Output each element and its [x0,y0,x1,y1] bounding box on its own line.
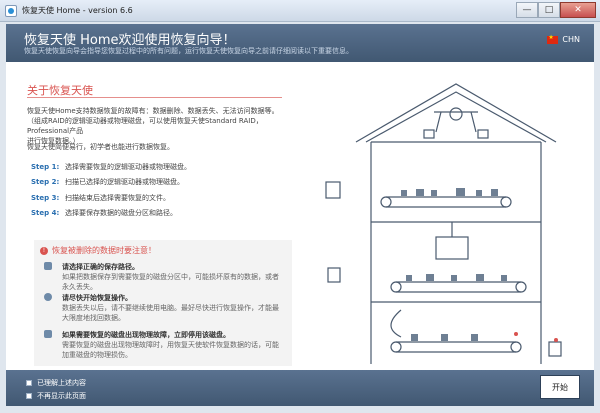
about-ease-text: 恢复天使简便易行，初学者也能进行数据恢复。 [27,143,174,151]
window-title: 恢复天使 Home - version 6.6 [22,6,133,15]
step-text: 选择需要恢复的逻辑驱动器或物理磁盘。 [65,162,191,171]
close-button[interactable]: ✕ [560,2,596,18]
step-item: Step 4: 选择要保存数据的磁盘分区和路径。 [31,206,191,222]
step-label: Step 4: [31,209,60,218]
language-label: CHN [562,35,580,44]
dont-show-again-checkbox[interactable]: 不再显示此页面 [26,391,86,401]
tip-save-path: 请选择正确的保存路径。 如果把数据保存到需要恢复的磁盘分区中，可能损坏原有的数据… [44,262,284,292]
tip-text: 数据丢失以后，请不要继续使用电脑。最好尽快进行恢复操作，才能最大限度地找回数据。 [62,304,279,322]
checkbox-label: 已理解上述内容 [37,379,86,387]
about-description: 恢复天使Home支持数据恢复的故障有：数据删除、数据丢失、无法访问数据等。 （组… [27,106,297,146]
window-controls: — □ ✕ [516,2,596,18]
maximize-button[interactable]: □ [538,2,560,18]
step-label: Step 1: [31,162,60,171]
steps-list: Step 1: 选择需要恢复的逻辑驱动器或物理磁盘。 Step 2: 扫描已选择… [31,159,191,221]
tip-physical-damage: 如果需要恢复的磁盘出现物理故障，立即停用该磁盘。 需要恢复的磁盘出现物理故障时，… [44,330,284,364]
step-item: Step 3: 扫描结束后选择需要恢复的文件。 [31,190,191,206]
clock-icon [44,293,52,301]
wizard-header: 恢复天使 Home欢迎使用恢复向导！ 恢复天使恢复向导会指导您恢复过程中的所有问… [6,24,594,62]
tip-title: 请选择正确的保存路径。 [62,263,139,271]
checkbox-label: 不再显示此页面 [37,392,86,400]
about-line-2: （组成RAID的逻辑驱动器或物理磁盘，可以使用恢复天使Standard RAID… [27,117,263,135]
tip-text: 需要恢复的磁盘出现物理故障时，用恢复天使软件恢复数据的话，可能加重磁盘的物理损伤… [62,341,279,359]
about-line-1: 恢复天使Home支持数据恢复的故障有：数据删除、数据丢失、无法访问数据等。 [27,107,279,115]
wizard-subtitle: 恢复天使恢复向导会指导您恢复过程中的所有问题，运行恢复天使恢复向导之前请仔细阅读… [24,47,353,55]
tip-text: 如果把数据保存到需要恢复的磁盘分区中，可能损坏原有的数据，或者永久丢失。 [62,273,279,291]
step-item: Step 2: 扫描已选择的逻辑驱动器或物理磁盘。 [31,175,191,191]
wizard-footer: 已理解上述内容 不再显示此页面 开始 [6,370,594,406]
understood-checkbox[interactable]: 已理解上述内容 [26,378,86,388]
step-label: Step 3: [31,193,60,202]
divider [27,97,282,98]
minimize-button[interactable]: — [516,2,538,18]
step-item: Step 1: 选择需要恢复的逻辑驱动器或物理磁盘。 [31,159,191,175]
title-bar: 恢复天使 Home - version 6.6 — □ ✕ [0,0,600,22]
start-button[interactable]: 开始 [540,375,580,399]
step-label: Step 2: [31,178,60,187]
hard-drive-icon [44,330,52,338]
step-text: 扫描已选择的逻辑驱动器或物理磁盘。 [65,178,184,187]
checkbox-box[interactable] [26,380,32,386]
disk-icon [44,262,52,270]
language-selector[interactable]: CHN [547,34,580,44]
tip-start-soon: 请尽快开始恢复操作。 数据丢失以后，请不要继续使用电脑。最好尽快进行恢复操作，才… [44,293,284,323]
tip-title: 如果需要恢复的磁盘出现物理故障，立即停用该磁盘。 [62,331,230,339]
content-panel: 关于恢复天使 恢复天使Home支持数据恢复的故障有：数据删除、数据丢失、无法访问… [6,62,594,370]
recovery-factory-illustration [325,83,562,364]
checkbox-box[interactable] [26,393,32,399]
tip-title: 请尽快开始恢复操作。 [62,294,132,302]
warning-box: ! 恢复被删除的数据时要注意！ 请选择正确的保存路径。 如果把数据保存到需要恢复… [34,240,292,366]
china-flag-icon [547,34,559,44]
about-title: 关于恢复天使 [27,84,93,97]
step-text: 选择要保存数据的磁盘分区和路径。 [65,209,177,218]
warning-title: 恢复被删除的数据时要注意！ [52,246,156,255]
warning-header: ! 恢复被删除的数据时要注意！ [40,245,156,256]
warning-icon: ! [40,246,48,255]
step-text: 扫描结束后选择需要恢复的文件。 [65,193,170,202]
app-icon [5,5,17,17]
